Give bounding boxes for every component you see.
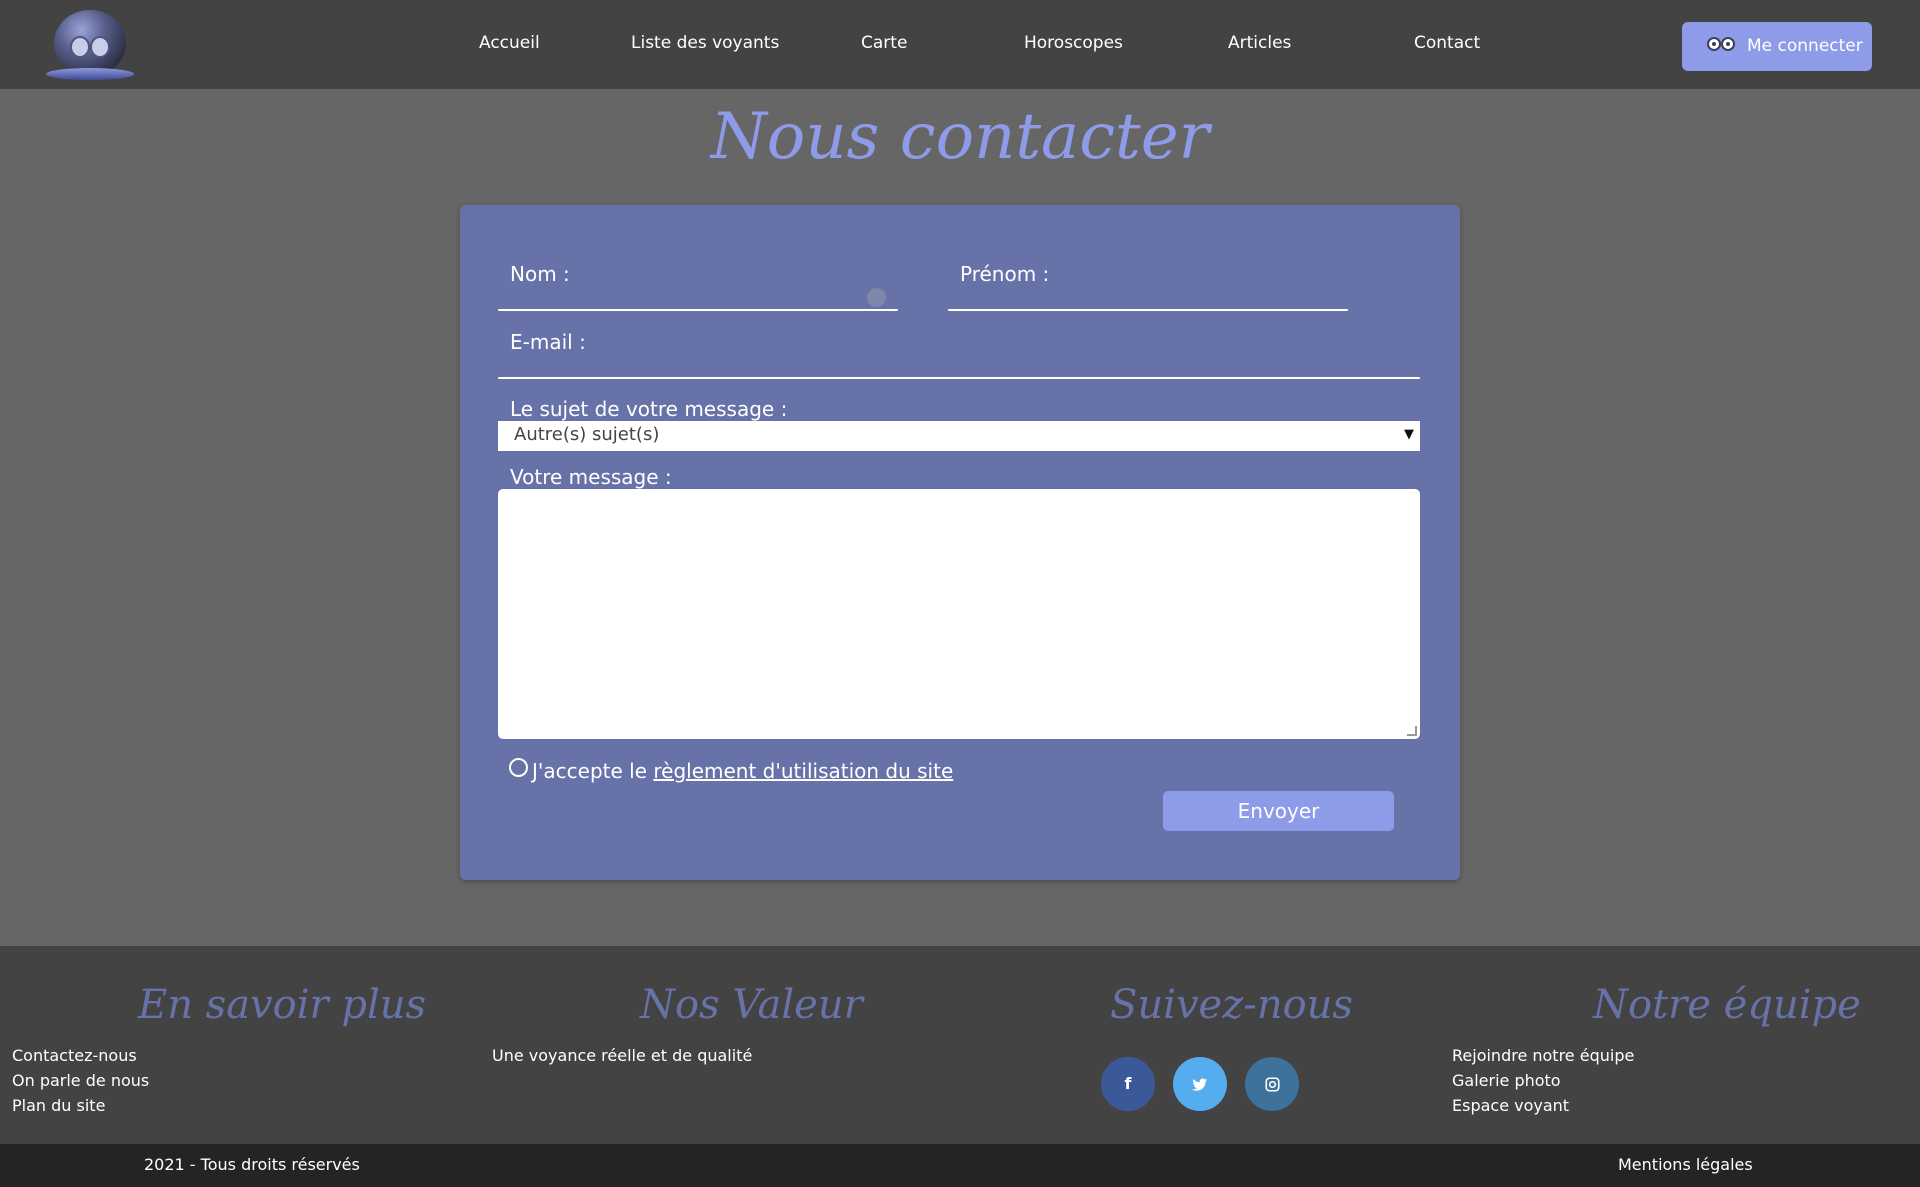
nav-contact[interactable]: Contact <box>1414 33 1480 53</box>
site-footer: En savoir plus Contactez-nous On parle d… <box>0 946 1920 1144</box>
login-button[interactable]: Me connecter <box>1682 22 1872 71</box>
footer-link-rejoindre[interactable]: Rejoindre notre équipe <box>1452 1046 1634 1065</box>
copyright-text: 2021 - Tous droits réservés <box>144 1155 360 1174</box>
footer-values-text: Une voyance réelle et de qualité <box>492 1046 753 1065</box>
nav-carte[interactable]: Carte <box>861 33 907 53</box>
subject-label: Le sujet de votre message : <box>510 397 788 421</box>
footer-link-galerie-photo[interactable]: Galerie photo <box>1452 1071 1561 1090</box>
nav-articles[interactable]: Articles <box>1228 33 1291 53</box>
footer-title-en-savoir-plus: En savoir plus <box>138 982 427 1028</box>
footer-title-notre-equipe: Notre équipe <box>1593 982 1861 1028</box>
email-label: E-mail : <box>510 330 586 354</box>
logo-eye-left <box>70 36 90 58</box>
site-header: Accueil Liste des voyants Carte Horoscop… <box>0 0 1920 89</box>
subject-select[interactable]: Autre(s) sujet(s) ▼ <box>498 421 1420 451</box>
twitter-icon[interactable] <box>1173 1057 1227 1111</box>
footer-link-on-parle-de-nous[interactable]: On parle de nous <box>12 1071 149 1090</box>
chevron-down-icon: ▼ <box>1404 427 1414 442</box>
nav-horoscopes[interactable]: Horoscopes <box>1024 33 1123 53</box>
nom-input[interactable] <box>498 309 898 311</box>
resize-grip-icon[interactable] <box>1407 726 1417 736</box>
facebook-icon[interactable]: f <box>1101 1057 1155 1111</box>
logo-base <box>46 68 134 80</box>
message-label: Votre message : <box>510 465 672 489</box>
prenom-input[interactable] <box>948 309 1348 311</box>
subject-select-value: Autre(s) sujet(s) <box>514 424 660 445</box>
page-title: Nous contacter <box>710 100 1210 174</box>
crystal-ball-logo-icon[interactable] <box>46 8 134 80</box>
legal-link[interactable]: Mentions légales <box>1618 1155 1753 1174</box>
accept-terms-radio[interactable] <box>509 758 528 777</box>
owl-eyes-icon <box>1706 36 1738 56</box>
accept-terms-text: J'accepte le règlement d'utilisation du … <box>532 759 953 783</box>
terms-link[interactable]: règlement d'utilisation du site <box>653 759 953 783</box>
autofill-icon[interactable] <box>867 288 886 307</box>
send-button[interactable]: Envoyer <box>1163 791 1394 831</box>
contact-form: Nom : Prénom : E-mail : Le sujet de votr… <box>460 205 1460 880</box>
bottom-bar: 2021 - Tous droits réservés Mentions lég… <box>0 1144 1920 1187</box>
prenom-label: Prénom : <box>960 262 1050 286</box>
login-button-label: Me connecter <box>1747 36 1863 56</box>
accept-terms-label: J'accepte le <box>532 759 654 783</box>
footer-link-contactez-nous[interactable]: Contactez-nous <box>12 1046 137 1065</box>
footer-link-espace-voyant[interactable]: Espace voyant <box>1452 1096 1569 1115</box>
email-input[interactable] <box>498 377 1420 379</box>
logo-eye-right <box>90 36 110 58</box>
footer-title-suivez-nous: Suivez-nous <box>1110 982 1353 1028</box>
instagram-icon[interactable] <box>1245 1057 1299 1111</box>
message-textarea[interactable] <box>498 489 1420 739</box>
footer-title-nos-valeur: Nos Valeur <box>640 982 863 1028</box>
footer-link-plan-du-site[interactable]: Plan du site <box>12 1096 105 1115</box>
nom-label: Nom : <box>510 262 570 286</box>
nav-liste-des-voyants[interactable]: Liste des voyants <box>631 33 779 53</box>
nav-accueil[interactable]: Accueil <box>479 33 540 53</box>
